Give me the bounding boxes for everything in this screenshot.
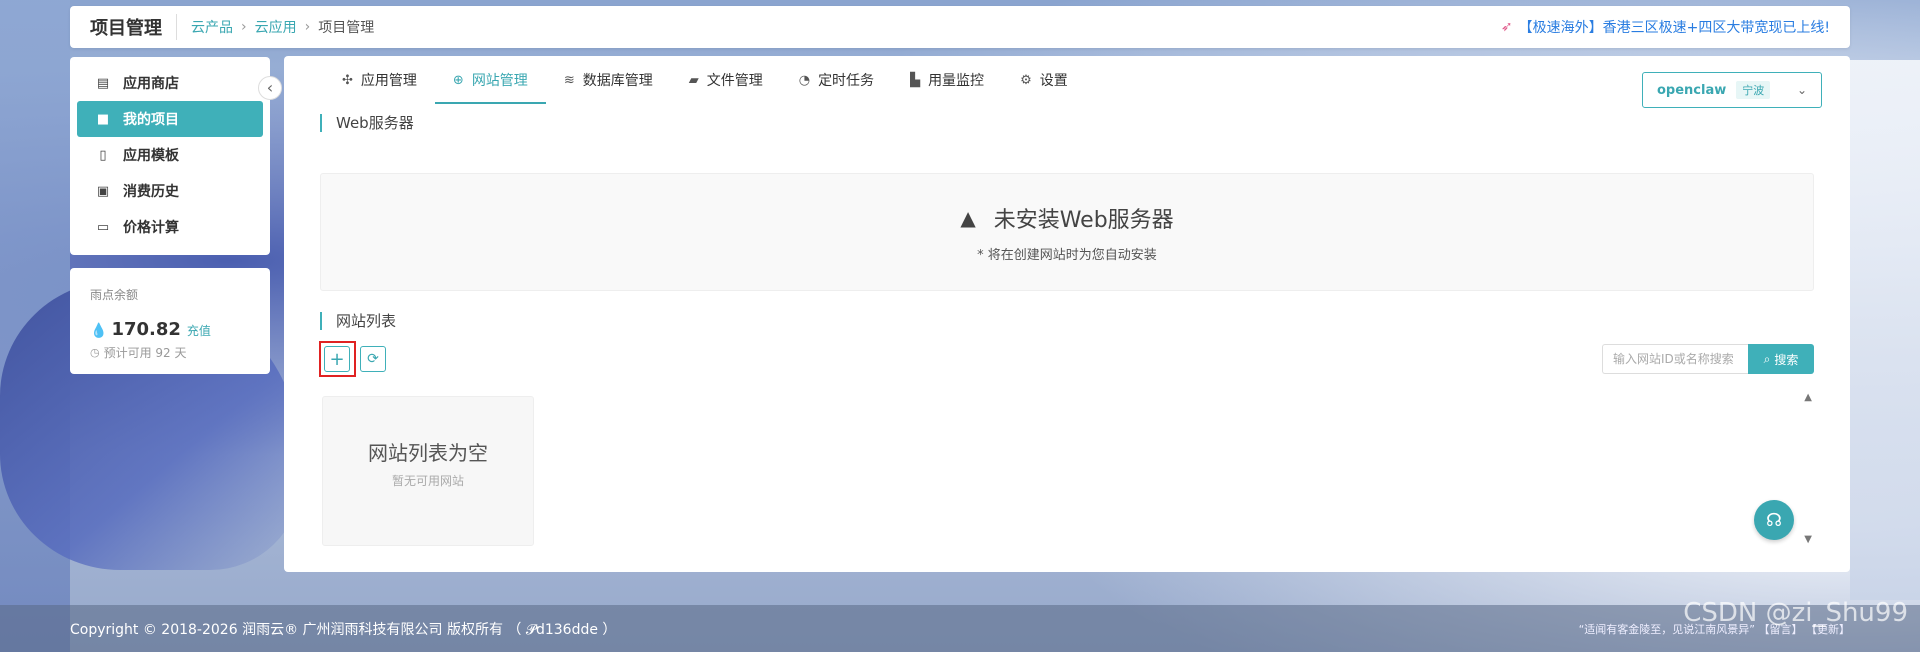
site-list-section-title: 网站列表 [320, 312, 396, 330]
sidebar-item-billing-history[interactable]: ▣ 消费历史 [77, 173, 263, 209]
template-file-icon: ▯ [99, 147, 107, 163]
sidebar: ▤ 应用商店 ■ 我的项目 ▯ 应用模板 ▣ 消费历史 ▭ 价格计算 [70, 57, 270, 255]
tab-label: 文件管理 [706, 73, 763, 89]
watermark-text: CSDN @zi_Shu99 [1683, 598, 1908, 628]
empty-subtitle: 暂无可用网站 [391, 474, 464, 488]
tab-label: 用量监控 [928, 73, 985, 89]
store-icon: ▤ [96, 75, 110, 91]
balance-estimate: 预计可用 92 天 [103, 346, 187, 360]
breadcrumb-cloud-products[interactable]: 云产品 [191, 17, 233, 37]
database-icon: ≋ [563, 72, 575, 88]
region-badge: 宁波 [1736, 81, 1771, 99]
project-select-dropdown[interactable]: openclaw 宁波 ⌄ [1642, 72, 1822, 108]
tab-database-management[interactable]: ≋ 数据库管理 [546, 56, 671, 104]
search-icon: ⌕ [1763, 351, 1771, 366]
tab-label: 设置 [1039, 73, 1068, 89]
breadcrumb-current: 项目管理 [318, 20, 375, 36]
tab-label: 应用管理 [360, 73, 417, 89]
site-search: ⌕ 搜索 [1602, 344, 1814, 374]
chevron-left-icon: ‹ [266, 78, 274, 97]
balance-amount: 170.82 [111, 319, 181, 340]
announcement-link[interactable]: ➶ 【极速海外】香港三区极速+四区大带宽现已上线! [1501, 17, 1830, 37]
raindrop-icon: 💧 [90, 323, 108, 339]
project-name: openclaw [1657, 82, 1727, 98]
main-panel: ✣ 应用管理 ⊕ 网站管理 ≋ 数据库管理 ▰ 文件管理 ◔ 定时任务 ▙ 用量… [284, 56, 1850, 572]
refresh-button[interactable]: ⟳ [360, 346, 386, 372]
top-bar: 项目管理 云产品 › 云应用 › 项目管理 ➶ 【极速海外】香港三区极速+四区大… [70, 6, 1850, 48]
breadcrumb: 云产品 › 云应用 › 项目管理 [191, 17, 374, 37]
scroll-down-arrow-icon[interactable]: ▼ [1804, 534, 1812, 545]
folder-icon: ■ [96, 111, 110, 127]
customer-support-button[interactable]: ☊ [1754, 500, 1794, 540]
sidebar-item-label: 消费历史 [123, 184, 179, 200]
chart-icon: ▙ [910, 72, 921, 88]
refresh-icon: ⟳ [367, 351, 379, 367]
site-search-input[interactable] [1602, 344, 1748, 374]
web-server-section-title: Web服务器 [320, 114, 414, 132]
headset-icon: ☊ [1766, 509, 1782, 531]
sidebar-collapse-button[interactable]: ‹ [258, 76, 282, 100]
web-server-note: * 将在创建网站时为您自动安装 [977, 248, 1157, 263]
tab-label: 网站管理 [471, 73, 528, 89]
search-button[interactable]: ⌕ 搜索 [1748, 344, 1814, 374]
plus-icon: + [329, 348, 345, 370]
gear-icon: ⚙ [1020, 72, 1032, 88]
sidebar-item-app-store[interactable]: ▤ 应用商店 [77, 65, 263, 101]
footer: Copyright © 2018-2026 润雨云® 广州润雨科技有限公司 版权… [0, 605, 1920, 652]
empty-site-list-card: 网站列表为空 暂无可用网站 [322, 396, 534, 546]
web-server-status: 未安装Web服务器 [993, 208, 1174, 233]
sidebar-item-label: 应用模板 [123, 148, 179, 164]
tab-app-management[interactable]: ✣ 应用管理 [324, 56, 435, 104]
sidebar-item-my-projects[interactable]: ■ 我的项目 [77, 101, 263, 137]
tab-scheduled-tasks[interactable]: ◔ 定时任务 [781, 56, 892, 104]
tab-file-management[interactable]: ▰ 文件管理 [671, 56, 781, 104]
tab-bar: ✣ 应用管理 ⊕ 网站管理 ≋ 数据库管理 ▰ 文件管理 ◔ 定时任务 ▙ 用量… [324, 56, 1086, 104]
rocket-icon: ➶ [1500, 19, 1513, 35]
page-title: 项目管理 [90, 14, 177, 40]
globe-icon: ⊕ [452, 72, 464, 88]
apps-icon: ✣ [342, 72, 353, 88]
sidebar-item-label: 应用商店 [123, 76, 179, 92]
tab-usage-monitor[interactable]: ▙ 用量监控 [892, 56, 1002, 104]
tab-label: 定时任务 [818, 73, 875, 89]
add-site-button[interactable]: + [324, 346, 350, 372]
balance-label: 雨点余额 [90, 288, 139, 302]
calculator-card-icon: ▭ [96, 219, 110, 235]
announcement-text: 【极速海外】香港三区极速+四区大带宽现已上线! [1518, 20, 1830, 36]
tab-site-management[interactable]: ⊕ 网站管理 [434, 56, 546, 104]
clock-icon: ◔ [798, 72, 811, 88]
sidebar-item-app-templates[interactable]: ▯ 应用模板 [77, 137, 263, 173]
breadcrumb-separator-icon: › [304, 19, 311, 35]
clock-icon: ◷ [90, 346, 100, 359]
folder-open-icon: ▰ [688, 72, 699, 88]
tab-settings[interactable]: ⚙ 设置 [1002, 56, 1086, 104]
search-button-label: 搜索 [1774, 352, 1799, 367]
copyright-text: Copyright © 2018-2026 润雨云® 广州润雨科技有限公司 版权… [70, 621, 617, 638]
balance-card: 雨点余额 💧 170.82 充值 ◷ 预计可用 92 天 [70, 268, 270, 374]
warning-icon: ▲ [960, 206, 976, 230]
money-icon: ▣ [96, 183, 110, 199]
empty-title: 网站列表为空 [368, 441, 488, 465]
scroll-up-arrow-icon[interactable]: ▲ [1804, 392, 1812, 403]
sidebar-item-label: 我的项目 [123, 112, 179, 128]
breadcrumb-cloud-apps[interactable]: 云应用 [255, 17, 297, 37]
web-server-status-box: ▲ 未安装Web服务器 * 将在创建网站时为您自动安装 [320, 173, 1814, 291]
recharge-link[interactable]: 充值 [187, 322, 211, 339]
sidebar-item-price-calculator[interactable]: ▭ 价格计算 [77, 209, 263, 245]
tab-label: 数据库管理 [582, 73, 653, 89]
breadcrumb-separator-icon: › [241, 19, 247, 35]
chevron-down-icon: ⌄ [1796, 83, 1807, 97]
sidebar-item-label: 价格计算 [123, 220, 179, 236]
